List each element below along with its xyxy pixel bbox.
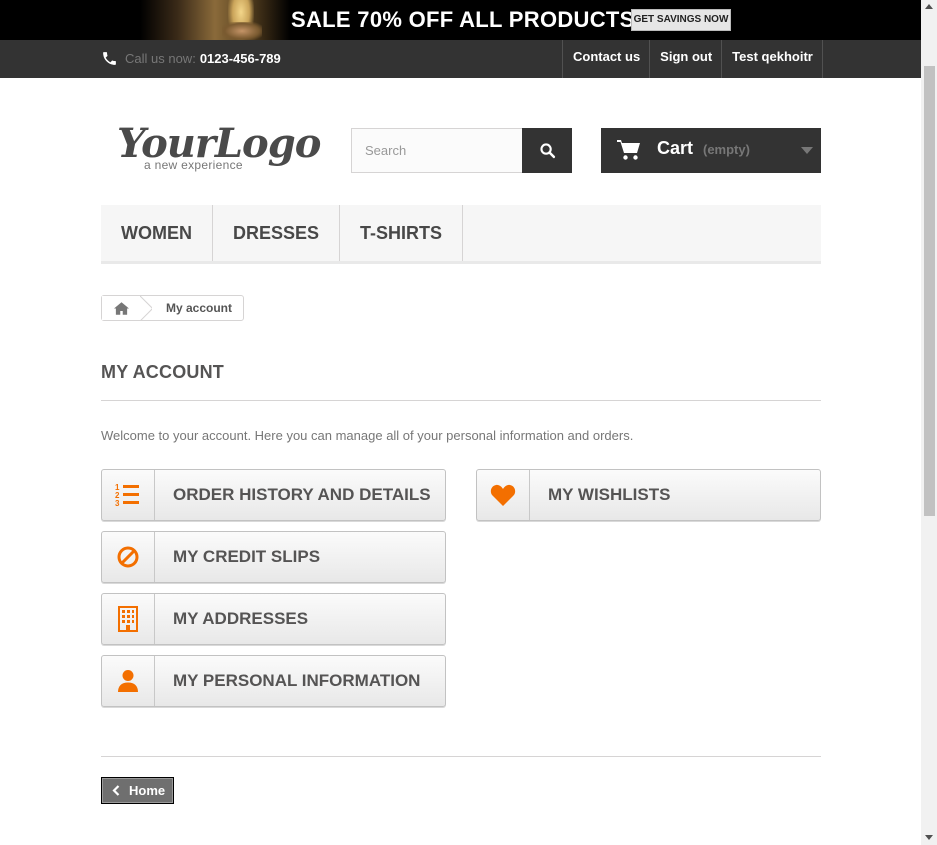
wishlists-button[interactable]: MY WISHLISTS <box>476 469 821 521</box>
menu-item-dresses[interactable]: DRESSES <box>213 205 341 261</box>
cart-status: (empty) <box>703 142 750 157</box>
main-menu: WOMEN DRESSES T-SHIRTS <box>101 205 821 264</box>
call-us-label: Call us now: <box>125 50 196 66</box>
breadcrumb: My account <box>101 295 245 321</box>
menu-item-women[interactable]: WOMEN <box>101 205 213 261</box>
search-icon <box>539 143 555 159</box>
ban-icon <box>117 546 139 568</box>
breadcrumb-separator <box>140 296 152 320</box>
building-icon <box>118 606 138 632</box>
breadcrumb-current: My account <box>166 301 233 315</box>
search-box <box>351 128 572 173</box>
breadcrumb-home-link[interactable] <box>102 296 140 320</box>
home-button-label: Home <box>129 783 166 798</box>
chevron-left-icon <box>112 785 120 796</box>
scrollbar-thumb[interactable] <box>924 66 935 516</box>
scroll-down-arrow-icon[interactable] <box>925 835 933 840</box>
search-button[interactable] <box>522 128 572 173</box>
call-us-info: Call us now: 0123-456-789 <box>101 48 281 68</box>
wishlists-label: MY WISHLISTS <box>548 485 671 504</box>
svg-text:3: 3 <box>115 499 120 508</box>
cart-label: Cart <box>657 138 694 158</box>
title-divider <box>101 400 821 401</box>
home-button[interactable]: Home <box>101 777 174 804</box>
banner-model-image <box>140 0 290 40</box>
addresses-label: MY ADDRESSES <box>173 609 309 628</box>
logo-tagline: a new experience <box>144 158 243 172</box>
cart-button[interactable]: Cart (empty) <box>601 128 821 173</box>
addresses-button[interactable]: MY ADDRESSES <box>101 593 446 645</box>
scroll-up-arrow-icon[interactable] <box>925 4 933 9</box>
menu-item-tshirts[interactable]: T-SHIRTS <box>340 205 464 261</box>
page-title: MY ACCOUNT <box>101 362 224 382</box>
search-input[interactable] <box>352 129 522 172</box>
banner-headline: SALE 70% OFF ALL PRODUCTS <box>291 7 635 32</box>
phone-number: 0123-456-789 <box>199 50 281 66</box>
home-icon <box>113 301 129 315</box>
get-savings-button[interactable]: GET SAVINGS NOW <box>631 9 731 31</box>
site-logo[interactable]: YourLogo a new experience <box>117 122 321 173</box>
promo-banner[interactable]: SALE 70% OFF ALL PRODUCTS GET SAVINGS NO… <box>0 0 921 40</box>
credit-slips-label: MY CREDIT SLIPS <box>173 547 321 566</box>
personal-info-label: MY PERSONAL INFORMATION <box>173 671 421 690</box>
order-history-button[interactable]: 1 2 3 ORDER HISTORY AND DETAILS <box>101 469 446 521</box>
cart-icon <box>617 140 640 160</box>
sign-out-link[interactable]: Sign out <box>649 40 721 78</box>
phone-icon <box>103 51 116 65</box>
personal-info-button[interactable]: MY PERSONAL INFORMATION <box>101 655 446 707</box>
order-history-label: ORDER HISTORY AND DETAILS <box>173 485 431 504</box>
contact-us-link[interactable]: Contact us <box>562 40 649 78</box>
welcome-text: Welcome to your account. Here you can ma… <box>101 428 634 443</box>
user-links: Contact us Sign out Test qekhoitr <box>562 40 823 78</box>
ordered-list-icon: 1 2 3 <box>115 483 139 508</box>
heart-icon <box>490 484 516 506</box>
user-icon <box>118 670 138 692</box>
credit-slips-button[interactable]: MY CREDIT SLIPS <box>101 531 446 583</box>
account-name-link[interactable]: Test qekhoitr <box>721 40 823 78</box>
footer-divider <box>101 756 821 757</box>
chevron-down-icon <box>801 147 813 154</box>
